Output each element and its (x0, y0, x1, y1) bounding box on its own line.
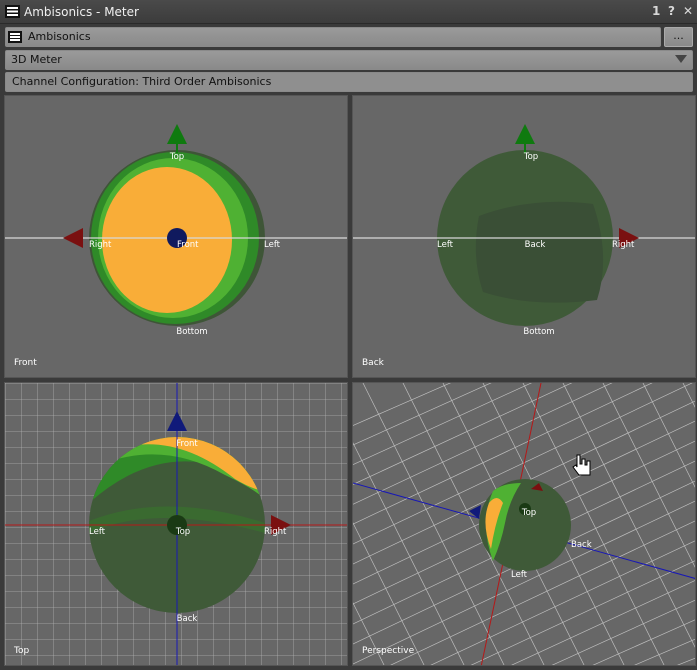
persp-label-top: Top (521, 508, 536, 518)
plugin-icon (8, 31, 22, 43)
back-label-top: Top (523, 152, 538, 162)
perspective-view-label: Perspective (362, 646, 415, 656)
back-label-center: Back (525, 240, 546, 250)
window-titlebar: Ambisonics - Meter 1 ? ✕ (0, 0, 697, 24)
top-view-label: Top (14, 646, 30, 656)
top-label-back: Back (177, 614, 198, 624)
chevron-down-icon (675, 55, 687, 63)
back-label-left: Left (437, 240, 454, 250)
up-axis-arrow (167, 124, 187, 144)
persp-label-left: Left (511, 570, 528, 580)
front-view-pane[interactable]: Top Bottom Right Left Front Front (4, 95, 348, 378)
top-label-left: Left (89, 527, 106, 537)
front-label-right: Right (89, 240, 112, 250)
app-icon (5, 5, 20, 18)
plugin-name: Ambisonics (28, 30, 91, 43)
channel-config-bar: Channel Configuration: Third Order Ambis… (5, 72, 693, 92)
back-view-pane[interactable]: Top Bottom Left Right Back Back (352, 95, 696, 378)
front-label-top: Top (169, 152, 184, 162)
plugin-selector[interactable]: Ambisonics (5, 27, 661, 47)
more-options-button[interactable]: ... (664, 27, 693, 47)
channel-config-text: Channel Configuration: Third Order Ambis… (12, 75, 272, 88)
front-label-left: Left (264, 240, 281, 250)
pin-button[interactable]: 1 (652, 4, 660, 18)
front-label-center: Front (177, 240, 199, 250)
up-axis-arrow (515, 124, 535, 144)
top-view-pane[interactable]: Front Back Left Right Top Top (4, 382, 348, 666)
back-view-label: Back (362, 358, 384, 368)
meter-mode-value: 3D Meter (11, 53, 62, 66)
top-label-front: Front (176, 439, 198, 449)
back-label-bottom: Bottom (523, 327, 554, 337)
close-button[interactable]: ✕ (683, 4, 693, 18)
window-title: Ambisonics - Meter (24, 5, 139, 19)
meter-mode-dropdown[interactable]: 3D Meter (5, 50, 693, 70)
perspective-view-pane[interactable]: Top Back Left Perspective (352, 382, 696, 666)
top-label-right: Right (264, 527, 287, 537)
front-label-bottom: Bottom (176, 327, 207, 337)
side-axis-arrow (63, 228, 83, 248)
help-button[interactable]: ? (668, 4, 675, 18)
front-view-label: Front (14, 358, 37, 368)
persp-label-back: Back (571, 540, 592, 550)
back-label-right: Right (612, 240, 635, 250)
top-label-center: Top (175, 527, 190, 537)
